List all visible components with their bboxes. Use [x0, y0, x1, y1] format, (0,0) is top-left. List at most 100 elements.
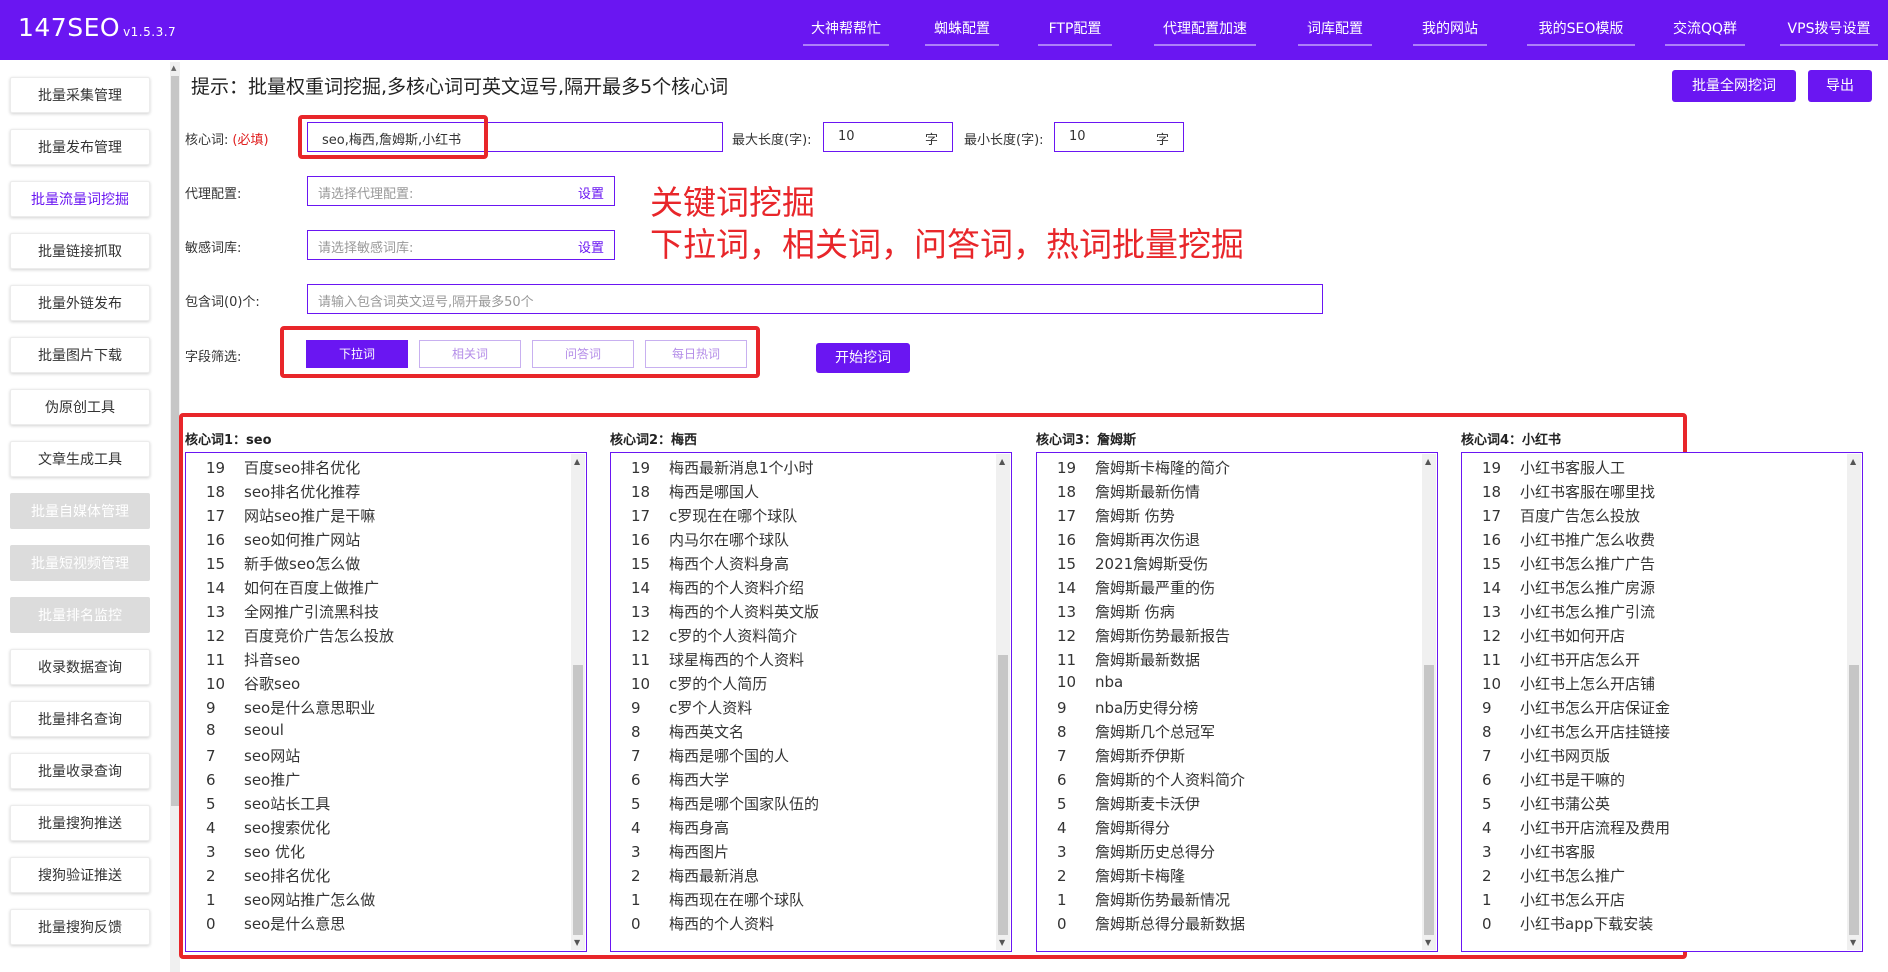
- list-item[interactable]: 3 seo 优化: [206, 841, 305, 865]
- sidebar-item-5[interactable]: 批量图片下载: [10, 337, 150, 373]
- sidebar-item-3[interactable]: 批量链接抓取: [10, 233, 150, 269]
- list-item[interactable]: 5 梅西是哪个国家队伍的: [631, 793, 819, 817]
- list-item[interactable]: 18 梅西是哪国人: [631, 481, 759, 505]
- list-item[interactable]: 18 詹姆斯最新伤情: [1057, 481, 1200, 505]
- list-item[interactable]: 9 seo是什么意思职业: [206, 697, 375, 721]
- sidebar-item-2[interactable]: 批量流量词挖掘: [10, 181, 150, 217]
- nav-item-qq-group[interactable]: 交流QQ群: [1665, 18, 1745, 46]
- sidebar-item-6[interactable]: 伪原创工具: [10, 389, 150, 425]
- sensitive-select[interactable]: 请选择敏感词库: 设置: [307, 230, 615, 260]
- scroll-down-arrow-icon[interactable]: ▼: [999, 938, 1005, 947]
- result-list-2[interactable]: 19 梅西最新消息1个小时 18 梅西是哪国人 17 c罗现在在哪个球队 16 内马尔在哪个球…: [610, 452, 1012, 952]
- list-item[interactable]: 0 seo是什么意思: [206, 913, 345, 937]
- scroll-up-arrow-icon[interactable]: ▲: [1850, 457, 1856, 466]
- list-item[interactable]: 2 詹姆斯卡梅隆: [1057, 865, 1185, 889]
- list-item[interactable]: 19 詹姆斯卡梅隆的简介: [1057, 457, 1230, 481]
- list-item[interactable]: 10 小红书上怎么开店铺: [1482, 673, 1655, 697]
- result-list-4[interactable]: 19 小红书客服人工 18 小红书客服在哪里找 17 百度广告怎么投放 16 小红书推广怎么收…: [1461, 452, 1863, 952]
- list-item[interactable]: 11 小红书开店怎么开: [1482, 649, 1640, 673]
- result-list-1[interactable]: 19 百度seo排名优化 18 seo排名优化推荐 17 网站seo推广是干嘛 16 seo如…: [185, 452, 587, 952]
- sidebar-item-16[interactable]: 批量搜狗反馈: [10, 909, 150, 945]
- list-item[interactable]: 4 詹姆斯得分: [1057, 817, 1170, 841]
- list-item[interactable]: 5 seo站长工具: [206, 793, 330, 817]
- list-item[interactable]: 3 小红书客服: [1482, 841, 1595, 865]
- list-item[interactable]: 14 梅西的个人资料介绍: [631, 577, 804, 601]
- list-item[interactable]: 15 小红书怎么推广广告: [1482, 553, 1655, 577]
- list-item[interactable]: 7 詹姆斯乔伊斯: [1057, 745, 1185, 769]
- list-item[interactable]: 7 小红书网页版: [1482, 745, 1610, 769]
- scroll-up-arrow-icon[interactable]: ▲: [171, 64, 176, 72]
- list-item[interactable]: 4 梅西身高: [631, 817, 729, 841]
- list-item[interactable]: 11 詹姆斯最新数据: [1057, 649, 1200, 673]
- list-item[interactable]: 2 小红书怎么推广: [1482, 865, 1625, 889]
- list-scrollbar[interactable]: ▲ ▼: [1847, 454, 1861, 950]
- nav-item-vps-dialup[interactable]: VPS拨号设置: [1780, 18, 1878, 46]
- sidebar-item-13[interactable]: 批量收录查询: [10, 753, 150, 789]
- sidebar-item-14[interactable]: 批量搜狗推送: [10, 805, 150, 841]
- list-item[interactable]: 4 小红书开店流程及费用: [1482, 817, 1670, 841]
- sidebar-item-1[interactable]: 批量发布管理: [10, 129, 150, 165]
- list-item[interactable]: 16 詹姆斯再次伤退: [1057, 529, 1200, 553]
- list-item[interactable]: 0 梅西的个人资料: [631, 913, 774, 937]
- scroll-down-arrow-icon[interactable]: ▼: [1425, 938, 1431, 947]
- scroll-thumb[interactable]: [1424, 665, 1434, 935]
- sensitive-set-button[interactable]: 设置: [578, 237, 604, 256]
- list-item[interactable]: 19 梅西最新消息1个小时: [631, 457, 814, 481]
- scroll-up-arrow-icon[interactable]: ▲: [1425, 457, 1431, 466]
- proxy-select[interactable]: 请选择代理配置: 设置: [307, 176, 615, 206]
- list-item[interactable]: 9 nba历史得分榜: [1057, 697, 1198, 721]
- list-item[interactable]: 7 梅西是哪个国的人: [631, 745, 789, 769]
- sidebar-item-11[interactable]: 收录数据查询: [10, 649, 150, 685]
- list-item[interactable]: 14 詹姆斯最严重的伤: [1057, 577, 1215, 601]
- list-item[interactable]: 1 小红书怎么开店: [1482, 889, 1625, 913]
- list-item[interactable]: 9 小红书怎么开店保证金: [1482, 697, 1670, 721]
- list-item[interactable]: 13 小红书怎么推广引流: [1482, 601, 1655, 625]
- list-item[interactable]: 13 梅西的个人资料英文版: [631, 601, 819, 625]
- scroll-up-arrow-icon[interactable]: ▲: [999, 457, 1005, 466]
- list-item[interactable]: 1 seo网站推广怎么做: [206, 889, 375, 913]
- list-item[interactable]: 12 詹姆斯伤势最新报告: [1057, 625, 1230, 649]
- list-item[interactable]: 11 球星梅西的个人资料: [631, 649, 804, 673]
- scroll-down-arrow-icon[interactable]: ▼: [1850, 938, 1856, 947]
- list-item[interactable]: 19 百度seo排名优化: [206, 457, 360, 481]
- result-list-3[interactable]: 19 詹姆斯卡梅隆的简介 18 詹姆斯最新伤情 17 詹姆斯 伤势 16 詹姆斯再次伤退 15 2…: [1036, 452, 1438, 952]
- nav-item-help[interactable]: 大神帮帮忙: [803, 18, 889, 46]
- list-item[interactable]: 12 c罗的个人资料简介: [631, 625, 797, 649]
- list-item[interactable]: 16 内马尔在哪个球队: [631, 529, 789, 553]
- list-item[interactable]: 4 seo搜索优化: [206, 817, 330, 841]
- list-scrollbar[interactable]: ▲ ▼: [571, 454, 585, 950]
- list-item[interactable]: 13 全网推广引流黑科技: [206, 601, 379, 625]
- list-item[interactable]: 6 詹姆斯的个人资料简介: [1057, 769, 1245, 793]
- list-item[interactable]: 1 詹姆斯伤势最新情况: [1057, 889, 1230, 913]
- scroll-thumb[interactable]: [573, 665, 583, 935]
- list-item[interactable]: 13 詹姆斯 伤病: [1057, 601, 1175, 625]
- list-item[interactable]: 8 詹姆斯几个总冠军: [1057, 721, 1215, 745]
- list-item[interactable]: 8 小红书怎么开店挂链接: [1482, 721, 1670, 745]
- list-item[interactable]: 6 小红书是干嘛的: [1482, 769, 1625, 793]
- include-input[interactable]: 请输入包含词英文逗号,隔开最多50个: [307, 284, 1323, 314]
- proxy-set-button[interactable]: 设置: [578, 183, 604, 202]
- scroll-thumb[interactable]: [1849, 665, 1859, 935]
- list-item[interactable]: 17 詹姆斯 伤势: [1057, 505, 1175, 529]
- list-item[interactable]: 16 小红书推广怎么收费: [1482, 529, 1655, 553]
- scroll-thumb[interactable]: [171, 76, 179, 806]
- list-item[interactable]: 0 詹姆斯总得分最新数据: [1057, 913, 1245, 937]
- list-item[interactable]: 7 seo网站: [206, 745, 300, 769]
- nav-item-my-site[interactable]: 我的网站: [1413, 18, 1487, 46]
- sidebar-item-15[interactable]: 搜狗验证推送: [10, 857, 150, 893]
- nav-item-seo-template[interactable]: 我的SEO模版: [1527, 18, 1635, 46]
- list-item[interactable]: 5 小红书蒲公英: [1482, 793, 1610, 817]
- nav-item-proxy-config[interactable]: 代理配置加速: [1154, 18, 1256, 46]
- list-item[interactable]: 18 seo排名优化推荐: [206, 481, 360, 505]
- list-item[interactable]: 9 c罗个人资料: [631, 697, 752, 721]
- list-item[interactable]: 12 百度竞价广告怎么投放: [206, 625, 394, 649]
- list-item[interactable]: 16 seo如何推广网站: [206, 529, 360, 553]
- list-item[interactable]: 6 seo推广: [206, 769, 300, 793]
- list-item[interactable]: 14 如何在百度上做推广: [206, 577, 379, 601]
- export-button[interactable]: 导出: [1808, 70, 1872, 102]
- batch-mine-button[interactable]: 批量全网挖词: [1672, 70, 1796, 102]
- list-scrollbar[interactable]: ▲ ▼: [1422, 454, 1436, 950]
- sidebar-item-4[interactable]: 批量外链发布: [10, 285, 150, 321]
- max-length-input[interactable]: 10 字: [823, 122, 953, 152]
- list-item[interactable]: 6 梅西大学: [631, 769, 729, 793]
